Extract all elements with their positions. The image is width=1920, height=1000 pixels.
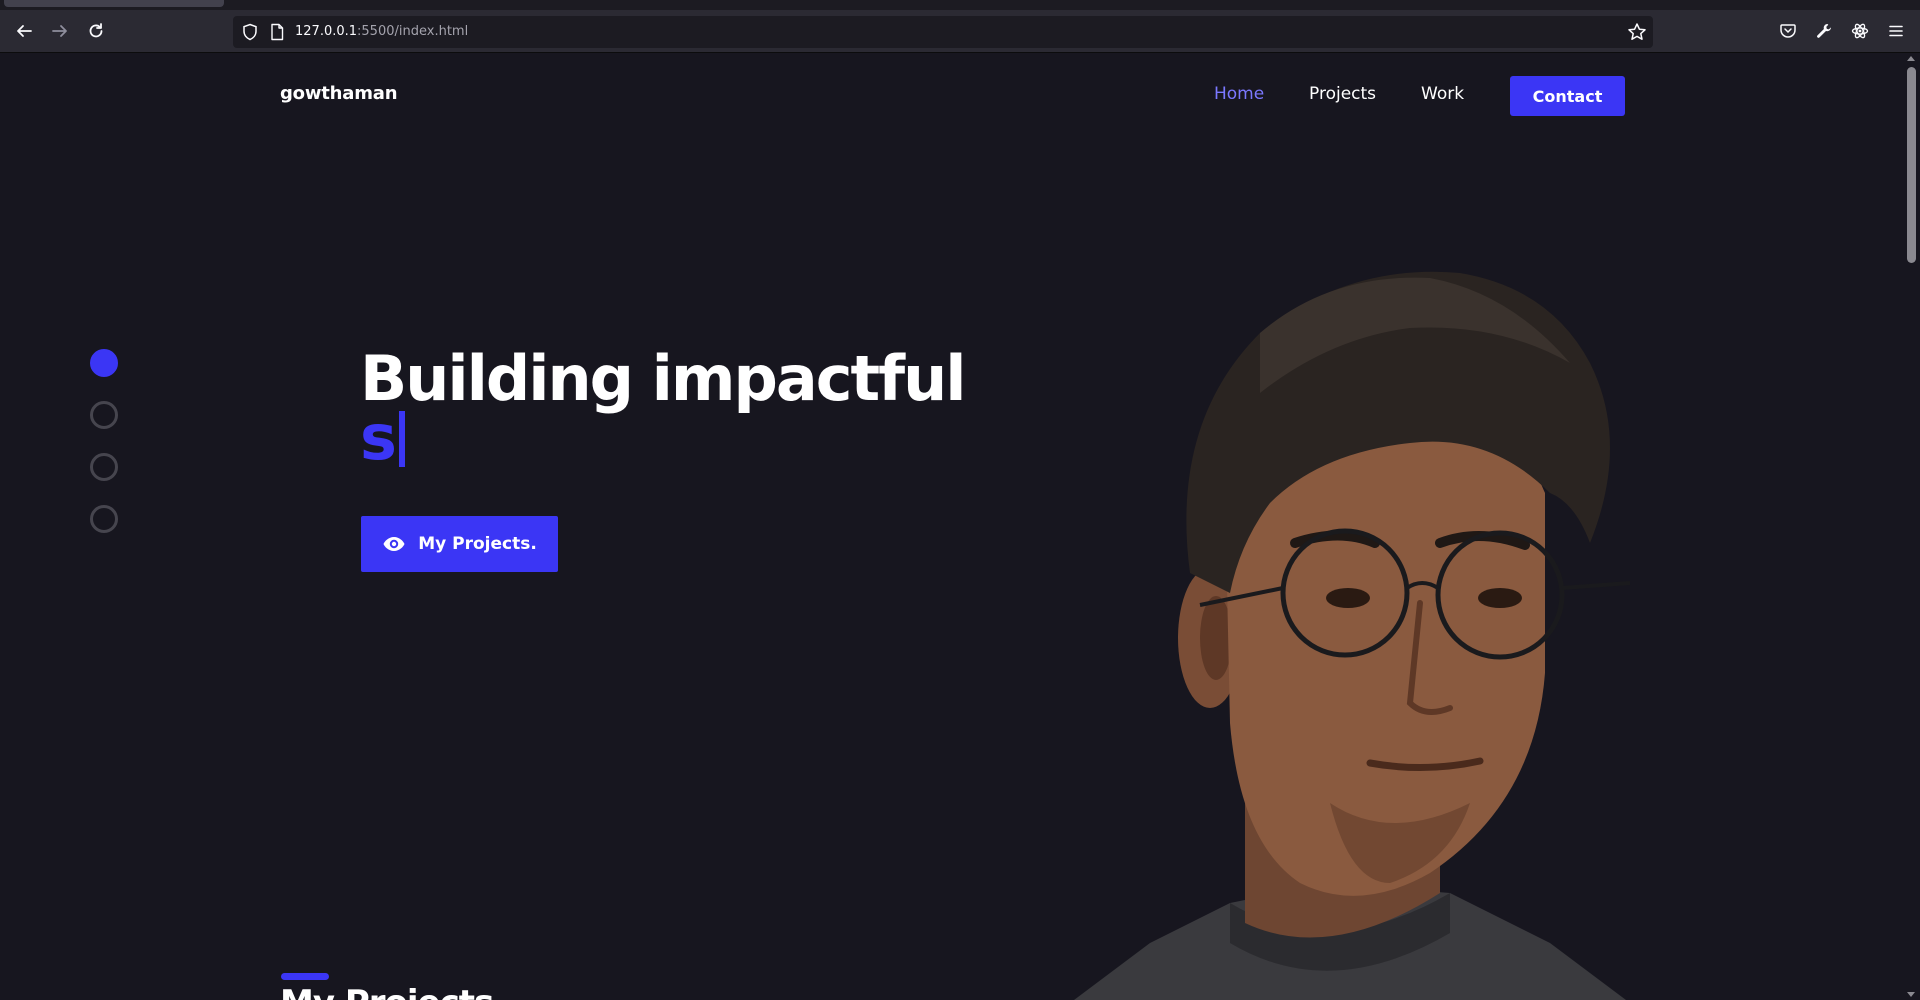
section-dot-1[interactable] — [90, 349, 118, 377]
pocket-icon — [1780, 24, 1796, 38]
reload-button[interactable] — [79, 10, 113, 52]
bookmark-star-icon[interactable] — [1627, 22, 1647, 42]
contact-button[interactable]: Contact — [1510, 76, 1625, 116]
site-logo[interactable]: gowthaman — [280, 83, 398, 104]
section-dot-2[interactable] — [90, 401, 118, 429]
react-devtools-button[interactable] — [1843, 10, 1877, 52]
back-button[interactable] — [7, 10, 41, 52]
nav-link-projects[interactable]: Projects — [1309, 84, 1376, 104]
hero-title: Building impactful — [360, 342, 966, 415]
section-accent-bar — [281, 973, 329, 980]
page-scrollbar[interactable] — [1903, 53, 1920, 1000]
url-bar[interactable]: 127.0.0.1:5500/index.html — [233, 16, 1653, 48]
nav-link-work[interactable]: Work — [1421, 84, 1464, 104]
browser-toolbar: 127.0.0.1:5500/index.html — [0, 10, 1920, 52]
menu-button[interactable] — [1879, 10, 1913, 52]
hamburger-menu-icon — [1889, 25, 1903, 37]
section-title: My Projects — [280, 983, 494, 1000]
url-path: :5500/index.html — [357, 24, 469, 39]
reload-icon — [89, 23, 103, 38]
url-host: 127.0.0.1 — [295, 24, 358, 39]
url-text[interactable]: 127.0.0.1:5500/index.html — [295, 23, 468, 41]
portrait-image — [1074, 271, 1631, 1000]
scroll-down-arrow-icon[interactable] — [1907, 992, 1915, 997]
my-projects-label: My Projects. — [418, 534, 537, 554]
section-dot-3[interactable] — [90, 453, 118, 481]
typed-word: s — [360, 401, 397, 474]
page-viewport: gowthaman Home Projects Work Contact Bui… — [0, 53, 1903, 1000]
forward-button[interactable] — [43, 10, 77, 52]
page-icon — [271, 23, 284, 41]
browser-chrome: 127.0.0.1:5500/index.html — [0, 0, 1920, 52]
scroll-up-arrow-icon[interactable] — [1907, 56, 1915, 61]
scrollbar-thumb[interactable] — [1907, 67, 1916, 263]
react-icon — [1851, 23, 1869, 39]
my-projects-button[interactable]: My Projects. — [361, 516, 558, 572]
tools-button[interactable] — [1807, 10, 1841, 52]
hero-typed-text: s — [360, 403, 405, 473]
active-tab[interactable] — [4, 0, 224, 7]
section-dot-4[interactable] — [90, 505, 118, 533]
shield-icon[interactable] — [241, 23, 259, 41]
nav-link-home[interactable]: Home — [1214, 84, 1264, 104]
arrow-right-icon — [52, 25, 67, 37]
eye-icon — [383, 537, 405, 551]
arrow-left-icon — [17, 25, 32, 37]
tab-strip — [0, 0, 1920, 10]
pocket-button[interactable] — [1771, 10, 1805, 52]
typing-cursor — [398, 411, 405, 467]
wrench-icon — [1817, 24, 1831, 38]
